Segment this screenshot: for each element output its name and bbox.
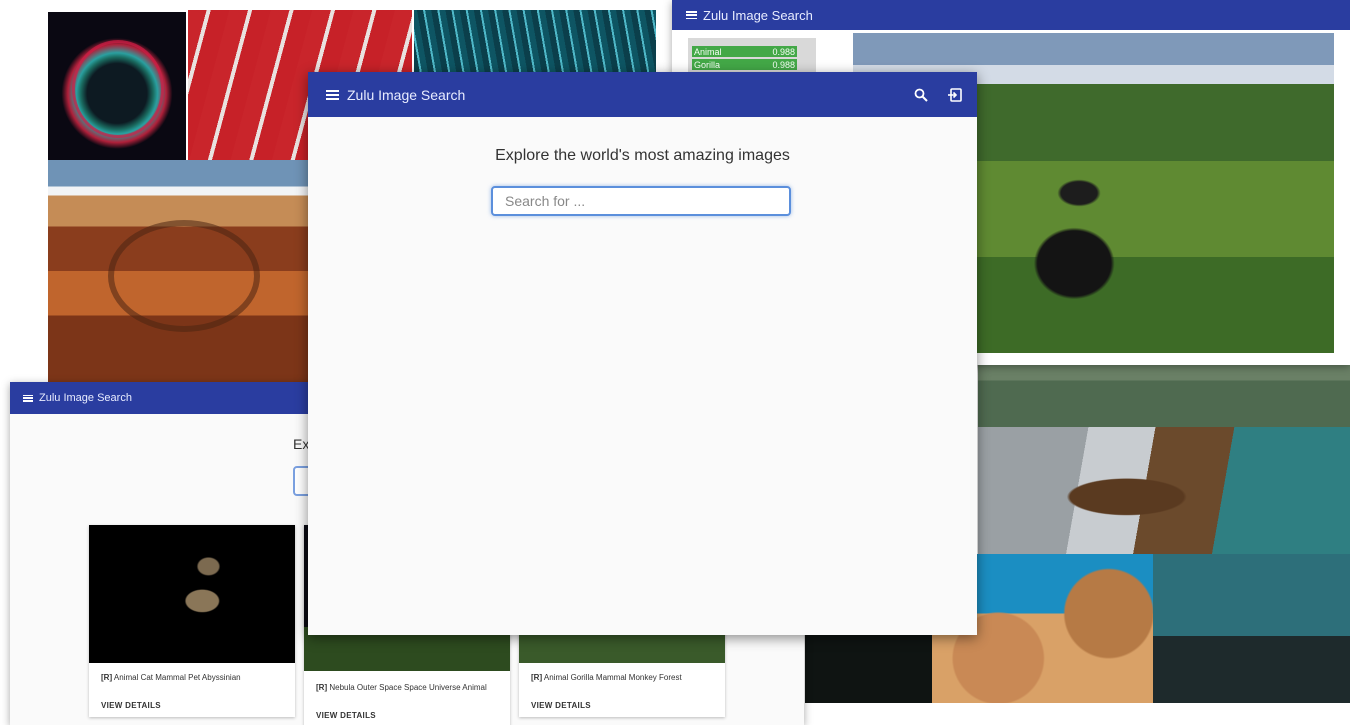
search-button[interactable]: [909, 83, 933, 107]
main-app-bar: Zulu Image Search: [308, 72, 977, 117]
menu-icon[interactable]: [23, 394, 33, 402]
water-photo-tile: [414, 10, 656, 74]
tag-label: Animal: [694, 46, 722, 57]
detail-app-bar: Zulu Image Search: [672, 0, 1350, 30]
search-icon: [914, 88, 928, 102]
river-photo-tile: [978, 365, 1350, 427]
login-button[interactable]: [943, 83, 967, 107]
detail-app-title: Zulu Image Search: [703, 7, 813, 23]
results-headline-fragment: Ex: [293, 436, 310, 452]
app-title: Zulu Image Search: [347, 86, 466, 103]
nebula-photo-tile: [48, 12, 186, 160]
view-details-button[interactable]: VIEW DETAILS: [101, 701, 161, 710]
search-input[interactable]: [491, 186, 791, 216]
page-headline: Explore the world's most amazing images: [495, 147, 790, 164]
tag-item: Animal 0.988: [692, 46, 797, 57]
tag-label: Gorilla: [694, 59, 721, 70]
dark-photo-tile: [805, 635, 932, 703]
room-photo-tile: [1153, 554, 1350, 703]
card-caption: [R] Animal Cat Mammal Pet Abyssinian: [101, 673, 241, 682]
tag-score: 0.988: [772, 46, 795, 57]
result-card[interactable]: [R] Animal Cat Mammal Pet Abyssinian VIE…: [89, 525, 295, 717]
tag-item: Gorilla 0.988: [692, 59, 797, 70]
canyon-photo-tile: [48, 160, 310, 382]
view-details-button[interactable]: VIEW DETAILS: [316, 711, 376, 720]
mummy-photo-tile: [978, 427, 1350, 554]
results-app-title: Zulu Image Search: [39, 392, 132, 404]
login-icon: [948, 87, 962, 102]
menu-icon[interactable]: [686, 11, 697, 19]
cat-photo[interactable]: [89, 525, 295, 663]
search-window: Zulu Image Search Explore the world's mo…: [308, 72, 977, 635]
menu-icon[interactable]: [326, 89, 339, 100]
tag-score: 0.988: [772, 59, 795, 70]
view-details-button[interactable]: VIEW DETAILS: [531, 701, 591, 710]
card-caption: [R] Animal Gorilla Mammal Monkey Forest: [531, 673, 682, 682]
card-caption: [R] Nebula Outer Space Space Universe An…: [316, 683, 487, 692]
